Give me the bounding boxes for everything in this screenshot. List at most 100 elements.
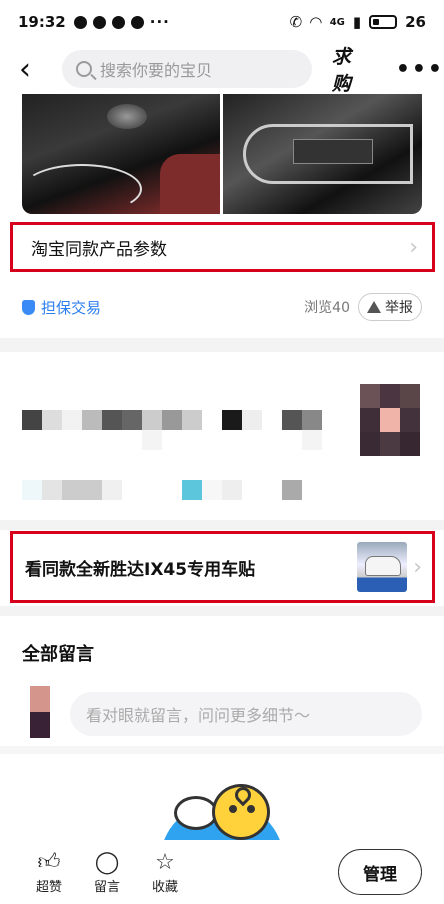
qiugou-button[interactable]: 求购	[332, 42, 370, 96]
mascot-part	[231, 783, 255, 807]
redacted-block	[202, 480, 222, 500]
redacted-block	[42, 480, 62, 500]
redacted-block	[380, 408, 400, 432]
signal-icon: ▮	[352, 13, 362, 31]
redacted-block	[182, 410, 202, 430]
favorite-button[interactable]: ☆ 收藏	[136, 850, 194, 895]
product-photo-1[interactable]	[22, 94, 220, 214]
comments-title: 全部留言	[22, 644, 94, 665]
photo-detail	[293, 139, 373, 164]
like-label: 超赞	[35, 879, 62, 895]
seller-avatar-redacted[interactable]	[360, 384, 420, 456]
report-button[interactable]: 举报	[358, 293, 422, 321]
photo-detail	[22, 164, 142, 214]
divider	[0, 746, 444, 754]
redacted-block	[62, 410, 82, 430]
product-params-row[interactable]: 淘宝同款产品参数 ›	[10, 222, 435, 272]
avatar-part	[30, 686, 50, 712]
redacted-block	[22, 480, 42, 500]
product-photos	[22, 94, 422, 214]
status-more: ···	[149, 13, 170, 31]
redacted-block	[142, 430, 162, 450]
redacted-block	[182, 480, 202, 500]
redacted-block	[142, 410, 162, 430]
redacted-block	[400, 408, 420, 432]
divider	[0, 338, 444, 352]
location-icon	[111, 15, 125, 29]
status-bar: 19:32 ··· ✆ ◠ 4G ▮ 26	[0, 0, 444, 44]
divider	[0, 520, 444, 530]
photo-detail	[160, 154, 220, 214]
product-params-label: 淘宝同款产品参数	[31, 239, 167, 260]
redacted-block	[82, 410, 102, 430]
redacted-block	[302, 410, 322, 430]
status-right: ✆ ◠ 4G ▮ 26	[290, 13, 426, 31]
comment-button[interactable]: ◯ 留言	[78, 850, 136, 895]
redacted-block	[222, 410, 242, 430]
guarantee-row: 担保交易 浏览40 举报	[22, 290, 422, 324]
redacted-block	[102, 410, 122, 430]
app-icon-2	[130, 15, 144, 29]
redacted-block	[122, 410, 142, 430]
chevron-right-icon: ›	[413, 554, 422, 580]
photo-detail	[107, 104, 147, 129]
redacted-block	[242, 410, 262, 430]
redacted-block	[360, 408, 380, 432]
redacted-block	[282, 410, 302, 430]
avatar-part	[30, 712, 50, 738]
redacted-block	[302, 430, 322, 450]
status-time: 19:32	[18, 13, 66, 31]
favorite-label: 收藏	[151, 879, 178, 895]
mascot-part	[212, 783, 270, 840]
nav-bar: ‹ 搜索你要的宝贝 求购 •••	[0, 42, 444, 96]
same-model-label: 看同款全新胜达IX45专用车贴	[25, 559, 256, 580]
redacted-block	[222, 480, 242, 500]
wifi-icon: ◠	[310, 13, 322, 31]
search-input[interactable]: 搜索你要的宝贝	[61, 50, 312, 88]
mascot-part	[247, 805, 255, 813]
redacted-block	[22, 410, 42, 430]
product-photo-2[interactable]	[223, 94, 422, 214]
guarantee-label[interactable]: 担保交易	[41, 297, 101, 318]
more-button[interactable]: •••	[396, 57, 444, 82]
mascot-illustration	[160, 774, 284, 862]
redacted-block	[282, 480, 302, 500]
user-avatar	[30, 686, 50, 738]
redacted-block	[62, 480, 102, 500]
search-icon	[75, 61, 92, 77]
redacted-block	[400, 384, 420, 408]
signal-label: 4G	[329, 16, 345, 28]
battery-level: 26	[405, 13, 426, 31]
views-count: 浏览40	[304, 300, 350, 316]
battery-icon	[369, 15, 398, 29]
comment-label: 留言	[93, 879, 120, 895]
like-button[interactable]: 👍︎ 超赞	[20, 850, 78, 895]
redacted-block	[162, 410, 182, 430]
redacted-block	[360, 384, 380, 408]
redacted-block	[380, 384, 400, 408]
mute-icon: ✆	[289, 13, 303, 31]
notification-icon	[73, 15, 87, 29]
bottom-bar: 👍︎ 超赞 ◯ 留言 ☆ 收藏 管理	[0, 840, 444, 904]
chat-bubble-icon: ◯	[94, 849, 120, 875]
report-label: 举报	[385, 300, 413, 316]
shield-icon	[22, 299, 35, 315]
redacted-block	[400, 432, 420, 456]
chevron-right-icon: ›	[409, 234, 418, 260]
page: 19:32 ··· ✆ ◠ 4G ▮ 26 ‹ 搜索你要的宝贝 求购 ••• 淘…	[0, 0, 444, 904]
back-button[interactable]: ‹	[0, 44, 50, 94]
star-icon: ☆	[155, 849, 175, 875]
same-model-thumbnail	[357, 542, 408, 592]
redacted-block	[42, 410, 62, 430]
chevron-left-icon: ‹	[18, 51, 31, 87]
redacted-block	[380, 432, 400, 456]
mascot-part	[229, 805, 237, 813]
search-placeholder: 搜索你要的宝贝	[99, 61, 212, 80]
redacted-block	[102, 480, 122, 500]
comment-input[interactable]: 看对眼就留言，问问更多细节～	[70, 692, 422, 736]
app-icon	[92, 15, 106, 29]
warning-icon	[367, 301, 381, 313]
manage-button[interactable]: 管理	[338, 849, 422, 895]
same-model-row[interactable]: 看同款全新胜达IX45专用车贴 ›	[10, 531, 435, 603]
divider	[0, 606, 444, 616]
